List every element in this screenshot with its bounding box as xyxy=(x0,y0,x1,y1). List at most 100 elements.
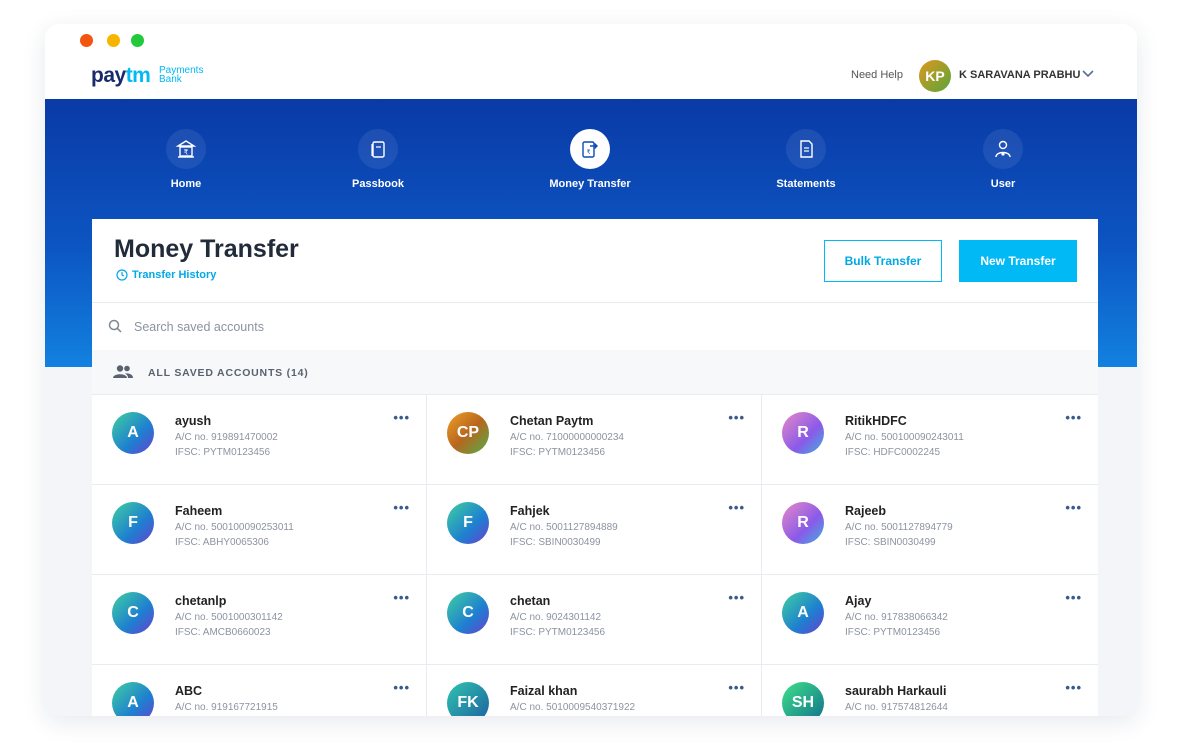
logo-tm-text: tm xyxy=(125,64,151,87)
bank-icon: ₹ xyxy=(175,140,197,158)
logo-wordmark: paytm xyxy=(91,64,151,88)
nav-item-user[interactable]: User xyxy=(928,129,1078,190)
more-options-icon[interactable]: ••• xyxy=(393,590,410,605)
account-avatar: F xyxy=(447,502,489,544)
account-card[interactable]: A ABC A/C no. 919167721915 ••• xyxy=(92,665,427,716)
account-card[interactable]: Aayush A/C no. 919891470002 IFSC: PYTM0123… xyxy=(92,395,427,485)
account-number: A/C no. 500100090253011 xyxy=(175,522,294,533)
more-options-icon[interactable]: ••• xyxy=(1065,590,1082,605)
account-card[interactable]: CP Chetan Paytm A/C no. 71000000000234 IFSC… xyxy=(427,395,762,485)
account-card[interactable]: SH saurabh Harkauli A/C no. 917574812644 ••… xyxy=(762,665,1098,716)
chevron-down-icon[interactable] xyxy=(1081,66,1095,80)
account-name: ayush xyxy=(175,414,212,428)
account-avatar: CP xyxy=(447,412,489,454)
more-options-icon[interactable]: ••• xyxy=(728,410,745,425)
more-options-icon[interactable]: ••• xyxy=(728,590,745,605)
search-input[interactable] xyxy=(132,313,1036,341)
account-card[interactable]: Cchetanlp A/C no. 5001000301142 IFSC: AMCB… xyxy=(92,575,427,665)
account-number: A/C no. 5010009540371922 xyxy=(510,702,636,713)
statement-icon xyxy=(800,140,813,158)
account-ifsc: IFSC: SBIN0030499 xyxy=(845,537,936,548)
account-ifsc: IFSC: ABHY0065306 xyxy=(175,537,269,548)
need-help-link[interactable]: Need Help xyxy=(851,69,903,81)
account-card[interactable]: A Ajay A/C no. 917838066342 IFSC: PYTM01234… xyxy=(762,575,1098,665)
nav-icon-circle: ₹ xyxy=(570,129,610,169)
account-name: chetan xyxy=(510,594,551,608)
svg-text:₹: ₹ xyxy=(587,149,591,156)
logo-pay-text: pay xyxy=(91,64,126,87)
nav-label-statements: Statements xyxy=(776,178,836,190)
passbook-icon xyxy=(371,141,385,158)
nav-label-home: Home xyxy=(170,178,202,190)
title-bar: paytm Payments Bank Need Help KP K SARAV… xyxy=(45,24,1137,99)
people-icon xyxy=(113,365,133,378)
more-options-icon[interactable]: ••• xyxy=(1065,410,1082,425)
more-options-icon[interactable]: ••• xyxy=(728,680,745,695)
account-name: Chetan Paytm xyxy=(510,414,594,428)
search-icon xyxy=(108,319,122,333)
window-maximize-button[interactable] xyxy=(131,34,144,47)
user-settings-icon xyxy=(995,140,1011,158)
saved-accounts-grid: Aayush A/C no. 919891470002 IFSC: PYTM0123… xyxy=(92,395,1098,716)
account-number: A/C no. 919891470002 xyxy=(175,432,278,443)
search-bar xyxy=(92,302,1098,351)
bulk-transfer-button[interactable]: Bulk Transfer xyxy=(824,240,942,282)
more-options-icon[interactable]: ••• xyxy=(393,680,410,695)
more-options-icon[interactable]: ••• xyxy=(1065,500,1082,515)
nav-item-statements[interactable]: Statements xyxy=(731,129,881,190)
nav-label-money-transfer: Money Transfer xyxy=(549,178,631,190)
account-avatar: A xyxy=(112,682,154,716)
clock-icon xyxy=(116,269,128,281)
account-ifsc: IFSC: AMCB0660023 xyxy=(175,627,271,638)
more-options-icon[interactable]: ••• xyxy=(1065,680,1082,695)
account-avatar: R xyxy=(782,412,824,454)
account-ifsc: IFSC: PYTM0123456 xyxy=(175,447,271,458)
account-card[interactable]: F Fahjek A/C no. 5001127894889 IFSC: SBIN00… xyxy=(427,485,762,575)
nav-icon-circle: ₹ xyxy=(166,129,206,169)
account-name: Fahjek xyxy=(510,504,550,518)
more-options-icon[interactable]: ••• xyxy=(393,500,410,515)
nav-label-user: User xyxy=(990,178,1016,190)
user-avatar[interactable]: KP xyxy=(919,60,951,92)
nav-item-home[interactable]: ₹ Home xyxy=(111,129,261,190)
window-close-button[interactable] xyxy=(80,34,93,47)
nav-icon-circle xyxy=(786,129,826,169)
window-minimize-button[interactable] xyxy=(107,34,120,47)
account-number: A/C no. 500100090243011 xyxy=(845,432,964,443)
account-name: saurabh Harkauli xyxy=(845,684,947,698)
saved-accounts-count-label: ALL SAVED ACCOUNTS (14) xyxy=(148,367,309,379)
account-number: A/C no. 9024301142 xyxy=(510,612,602,623)
nav-item-passbook[interactable]: Passbook xyxy=(303,129,453,190)
account-card[interactable]: R RitikHDFC A/C no. 500100090243011 IFSC: H… xyxy=(762,395,1098,485)
transfer-history-label: Transfer History xyxy=(132,269,217,281)
account-ifsc: IFSC: HDFC0002245 xyxy=(845,447,941,458)
nav-icon-circle xyxy=(358,129,398,169)
nav-label-passbook: Passbook xyxy=(352,178,404,190)
more-options-icon[interactable]: ••• xyxy=(728,500,745,515)
saved-accounts-header: ALL SAVED ACCOUNTS (14) xyxy=(92,350,1098,395)
account-ifsc: IFSC: PYTM0123456 xyxy=(510,447,606,458)
account-number: A/C no. 71000000000234 xyxy=(510,432,624,443)
account-avatar: C xyxy=(112,592,154,634)
account-name: Ajay xyxy=(845,594,872,608)
account-card[interactable]: Cchetan A/C no. 9024301142 IFSC: PYTM01234… xyxy=(427,575,762,665)
account-avatar: FK xyxy=(447,682,489,716)
nav-item-money-transfer[interactable]: ₹ Money Transfer xyxy=(515,129,665,190)
transfer-history-link[interactable]: Transfer History xyxy=(116,269,216,281)
user-name[interactable]: K SARAVANA PRABHU xyxy=(959,69,1080,81)
logo-subtitle: Payments Bank xyxy=(159,65,204,85)
account-number: A/C no. 917838066342 xyxy=(845,612,948,623)
account-card[interactable]: R Rajeeb A/C no. 5001127894779 IFSC: SBIN00… xyxy=(762,485,1098,575)
account-avatar: F xyxy=(112,502,154,544)
account-number: A/C no. 5001000301142 xyxy=(175,612,283,623)
more-options-icon[interactable]: ••• xyxy=(393,410,410,425)
account-name: ABC xyxy=(175,684,203,698)
new-transfer-button[interactable]: New Transfer xyxy=(959,240,1077,282)
account-card[interactable]: F Faheem A/C no. 500100090253011 IFSC: ABHY… xyxy=(92,485,427,575)
account-number: A/C no. 5001127894779 xyxy=(845,522,953,533)
account-avatar: SH xyxy=(782,682,824,716)
account-avatar: A xyxy=(112,412,154,454)
account-name: Faizal khan xyxy=(510,684,578,698)
account-card[interactable]: FK Faizal khan A/C no. 5010009540371922 ••• xyxy=(427,665,762,716)
account-ifsc: IFSC: SBIN0030499 xyxy=(510,537,601,548)
